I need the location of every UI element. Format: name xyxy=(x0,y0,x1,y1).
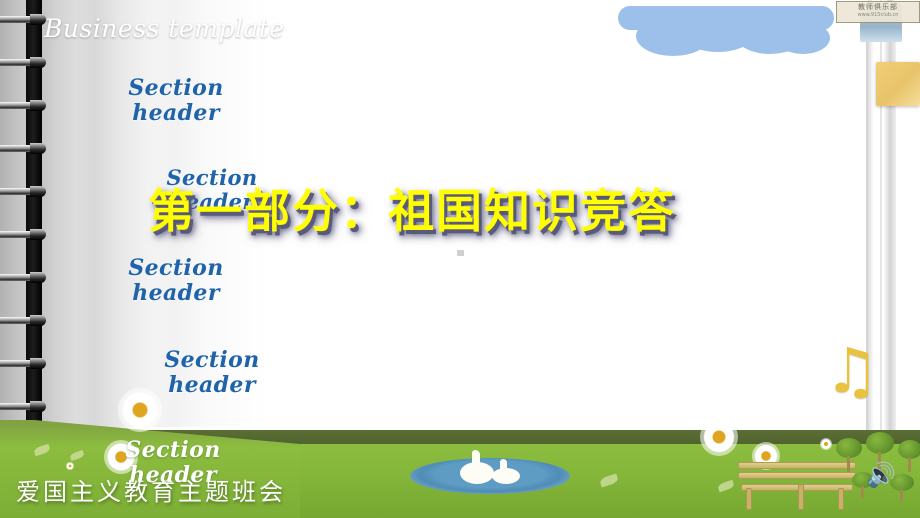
swan-neck-icon xyxy=(472,450,480,468)
binding-ring xyxy=(0,229,58,240)
watermark-logo: 教师俱乐部 www.915club.cn xyxy=(836,1,920,23)
binding-ring xyxy=(0,401,58,412)
sticky-note-icon xyxy=(876,62,920,106)
slide-main-title: 第一部分：祖国知识竞答 xyxy=(148,184,676,238)
binding-ring xyxy=(0,57,58,68)
tree-icon xyxy=(898,440,920,472)
binding-ring xyxy=(0,358,58,369)
daisy-icon xyxy=(820,438,832,450)
watermark-url: www.915club.cn xyxy=(857,12,899,18)
section-header-1[interactable]: Section header xyxy=(126,76,226,125)
binding-ring xyxy=(0,186,58,197)
swan-neck-icon xyxy=(500,459,507,473)
binding-ring xyxy=(0,100,58,111)
binding-ring xyxy=(0,315,58,326)
presentation-slide: ♫ 教师俱乐部 www.915club.cn 🔊 Business templa… xyxy=(0,0,920,518)
placeholder-dot xyxy=(457,250,464,256)
tree-icon xyxy=(836,438,862,472)
template-label: Business template xyxy=(44,14,285,43)
daisy-icon xyxy=(700,418,738,456)
music-note-icon: ♫ xyxy=(824,334,880,407)
binding-ring xyxy=(0,272,58,283)
speaker-icon[interactable]: 🔊 xyxy=(866,462,896,488)
daisy-icon xyxy=(66,462,74,470)
cloud-icon xyxy=(618,6,834,56)
binding-ring xyxy=(0,143,58,154)
slide-footer-title: 爱国主义教育主题班会 xyxy=(16,478,286,506)
section-header-4[interactable]: Section header xyxy=(162,348,262,397)
daisy-icon xyxy=(118,388,162,432)
watermark-name: 教师俱乐部 xyxy=(858,3,898,11)
section-header-3[interactable]: Section header xyxy=(126,256,226,305)
